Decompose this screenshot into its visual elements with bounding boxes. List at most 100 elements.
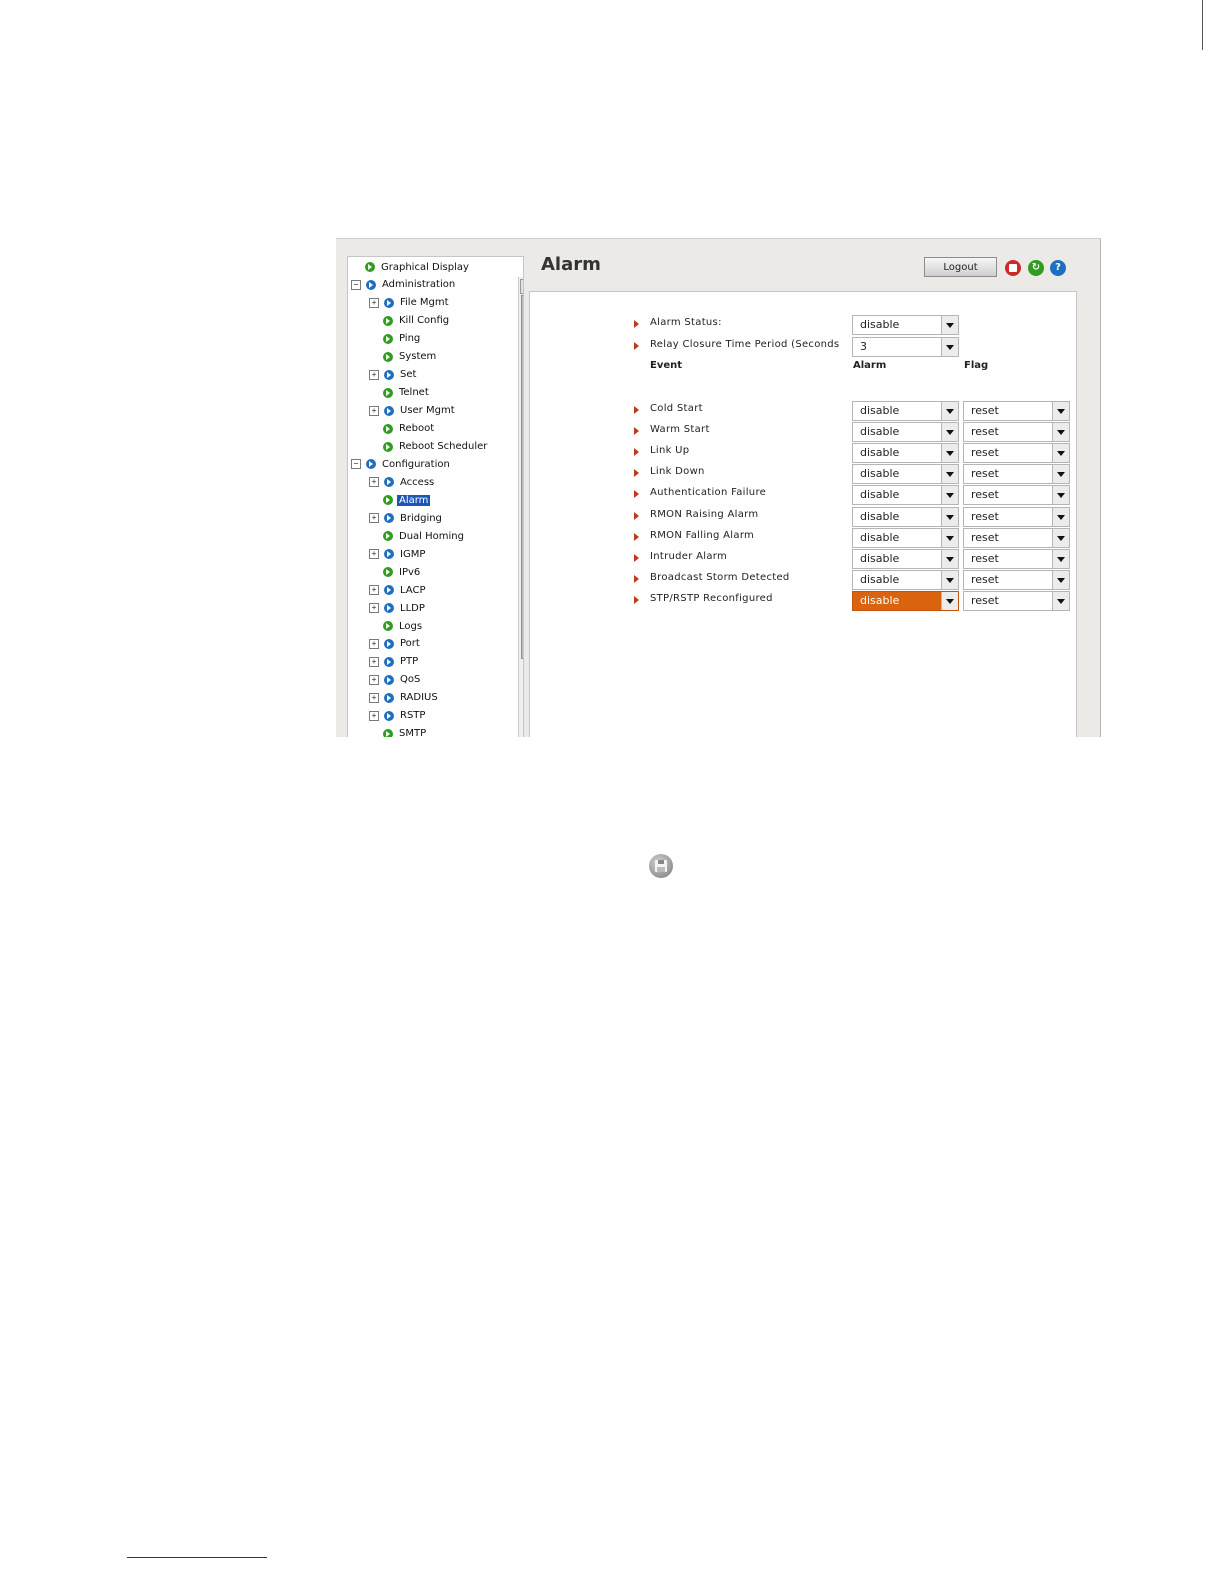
chevron-down-icon[interactable] [941,507,958,526]
nav-item[interactable]: + QoS [369,673,422,687]
event-flag-select[interactable]: reset [963,443,1070,464]
chevron-down-icon[interactable] [941,423,958,442]
event-flag-select[interactable]: reset [963,401,1070,421]
chevron-down-icon[interactable] [1052,549,1069,568]
event-flag-select[interactable]: reset [963,422,1070,443]
collapse-icon[interactable]: − [351,279,361,290]
chevron-down-icon[interactable] [941,338,958,356]
nav-item[interactable]: Reboot Scheduler [383,440,489,454]
nav-item[interactable]: IPv6 [383,565,422,579]
nav-item[interactable]: Ping [383,332,422,346]
nav-item[interactable]: System [383,350,438,364]
nav-item[interactable]: + RSTP [369,709,427,723]
event-flag-select[interactable]: reset [963,569,1070,590]
nav-item[interactable]: SMTP [383,727,428,737]
expand-icon[interactable]: + [369,513,379,524]
nav-arrow-icon [383,315,393,326]
scroll-thumb[interactable] [521,295,523,659]
event-alarm-select[interactable]: disable [852,590,959,611]
expand-icon[interactable]: + [369,638,379,649]
event-alarm-select[interactable]: disable [852,401,959,421]
event-alarm-select[interactable]: disable [852,569,959,590]
event-alarm-value: disable [860,551,900,565]
nav-item[interactable]: Telnet [383,386,431,400]
nav-item[interactable]: + Port [369,637,422,651]
chevron-down-icon[interactable] [941,486,958,505]
chevron-down-icon[interactable] [1052,528,1069,547]
nav-item[interactable]: Dual Homing [383,529,466,543]
refresh-icon[interactable]: ↻ [1028,260,1044,276]
event-alarm-select[interactable]: disable [852,548,959,569]
chevron-down-icon[interactable] [941,591,958,610]
chevron-down-icon[interactable] [941,465,958,484]
event-alarm-select[interactable]: disable [852,422,959,443]
expand-icon[interactable]: + [369,549,379,560]
nav-item[interactable]: Reboot [383,422,436,436]
scroll-up-button[interactable] [520,279,523,294]
nav-item[interactable]: + PTP [369,655,420,669]
chevron-down-icon[interactable] [1052,591,1069,610]
nav-item[interactable]: − Administration [351,278,457,292]
event-alarm-select[interactable]: disable [852,464,959,485]
chevron-down-icon[interactable] [1052,402,1069,420]
nav-scrollbar[interactable] [518,277,523,737]
event-alarm-select[interactable]: disable [852,485,959,506]
event-alarm-select[interactable]: disable [852,443,959,464]
nav-item[interactable]: + IGMP [369,547,427,561]
expand-icon[interactable]: + [369,603,379,614]
nav-item[interactable]: + Bridging [369,511,444,525]
chevron-down-icon[interactable] [1052,444,1069,463]
save-icon[interactable] [1005,260,1021,276]
nav-item[interactable]: + Set [369,368,418,382]
chevron-down-icon[interactable] [1052,465,1069,484]
event-row: Link Up disable reset [530,442,1076,464]
nav-item[interactable]: + LLDP [369,601,427,615]
chevron-down-icon[interactable] [1052,486,1069,505]
expand-icon[interactable]: + [369,710,379,721]
event-alarm-value: disable [860,488,900,502]
nav-arrow-icon [383,567,393,578]
nav-item[interactable]: Alarm [383,493,431,507]
logout-button[interactable]: Logout [924,257,997,277]
expand-icon[interactable]: + [369,477,379,488]
relay-closure-select[interactable]: 3 [852,337,959,357]
expand-icon[interactable]: + [369,656,379,667]
alarm-status-label: Alarm Status: [650,317,722,328]
expand-icon[interactable]: + [369,369,379,380]
help-icon[interactable]: ? [1050,260,1066,276]
event-alarm-select[interactable]: disable [852,506,959,527]
nav-item[interactable]: Graphical Display [365,260,471,274]
event-flag-select[interactable]: reset [963,548,1070,569]
chevron-down-icon[interactable] [941,570,958,589]
chevron-down-icon[interactable] [1052,507,1069,526]
chevron-down-icon[interactable] [941,402,958,420]
nav-item[interactable]: + User Mgmt [369,404,457,418]
expand-icon[interactable]: + [369,692,379,703]
expand-icon[interactable]: + [369,297,379,308]
nav-item[interactable]: + Access [369,475,436,489]
nav-item[interactable]: Logs [383,619,424,633]
expand-icon[interactable]: + [369,405,379,416]
chevron-down-icon[interactable] [941,316,958,334]
nav-item[interactable]: Kill Config [383,314,451,328]
event-flag-select[interactable]: reset [963,590,1070,611]
nav-tree: Graphical Display − Administration + File Mg… [347,256,524,737]
chevron-down-icon[interactable] [941,549,958,568]
nav-item[interactable]: + RADIUS [369,691,440,705]
alarm-status-select[interactable]: disable [852,315,959,335]
chevron-down-icon[interactable] [1052,423,1069,442]
event-flag-select[interactable]: reset [963,527,1070,548]
event-flag-select[interactable]: reset [963,506,1070,527]
event-flag-select[interactable]: reset [963,464,1070,485]
chevron-down-icon[interactable] [941,444,958,463]
expand-icon[interactable]: + [369,585,379,596]
nav-item[interactable]: + LACP [369,583,427,597]
expand-icon[interactable]: + [369,674,379,685]
chevron-down-icon[interactable] [1052,570,1069,589]
nav-item[interactable]: − Configuration [351,457,452,471]
nav-item[interactable]: + File Mgmt [369,296,451,310]
event-alarm-select[interactable]: disable [852,527,959,548]
collapse-icon[interactable]: − [351,459,361,470]
chevron-down-icon[interactable] [941,528,958,547]
event-flag-select[interactable]: reset [963,485,1070,506]
